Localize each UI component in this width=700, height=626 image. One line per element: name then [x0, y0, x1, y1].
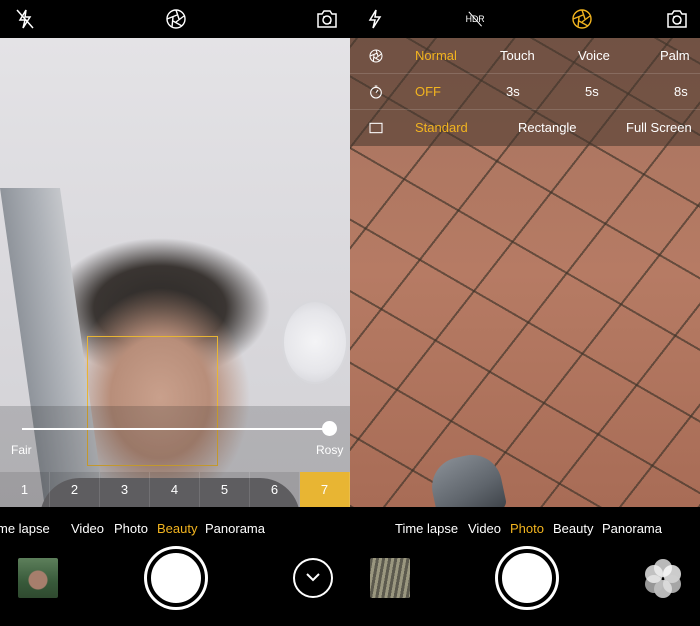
top-bar: HDR: [350, 0, 700, 38]
beauty-level-6[interactable]: 6: [250, 472, 300, 507]
beauty-level-1[interactable]: 1: [0, 472, 50, 507]
beauty-max-label: Rosy: [316, 443, 344, 457]
beauty-level-4[interactable]: 4: [150, 472, 200, 507]
beauty-slider-panel: Fair Rosy: [0, 406, 350, 472]
aperture-active-icon[interactable]: [570, 7, 594, 31]
mode-beauty[interactable]: Beauty: [157, 521, 197, 536]
beauty-level-2[interactable]: 2: [50, 472, 100, 507]
ratio-option-standard[interactable]: Standard: [415, 120, 468, 135]
capture-option-voice[interactable]: Voice: [578, 48, 610, 63]
mode-video[interactable]: Video: [71, 521, 104, 536]
mode-beauty[interactable]: Beauty: [553, 521, 593, 536]
timer-option-8s[interactable]: 8s: [674, 84, 688, 99]
aperture-icon[interactable]: [164, 7, 188, 31]
shutter-button[interactable]: [498, 549, 556, 607]
mode-time-lapse[interactable]: me lapse: [0, 521, 50, 536]
timer-row: OFF 3s 5s 8s: [350, 74, 700, 110]
filters-icon: [645, 559, 681, 598]
capture-controls: [0, 549, 350, 626]
gallery-thumbnail[interactable]: [18, 558, 58, 598]
timer-option-3s[interactable]: 3s: [506, 84, 520, 99]
aspect-ratio-row: Standard Rectangle Full Screen: [350, 110, 700, 146]
flash-off-icon[interactable]: [13, 7, 37, 31]
mode-panorama[interactable]: Panorama: [205, 521, 265, 536]
chevron-down-icon: [306, 573, 320, 582]
timer-option-off[interactable]: OFF: [415, 84, 441, 99]
capture-option-normal[interactable]: Normal: [415, 48, 457, 63]
beauty-level-selector: 1 2 3 4 5 6 7: [0, 472, 350, 507]
beauty-min-label: Fair: [11, 443, 32, 457]
capture-controls: [350, 549, 700, 626]
camera-switch-icon[interactable]: [315, 7, 339, 31]
hdr-off-icon[interactable]: HDR: [464, 7, 494, 31]
shutter-button[interactable]: [147, 549, 205, 607]
mode-photo[interactable]: Photo: [510, 521, 544, 536]
beauty-level-3[interactable]: 3: [100, 472, 150, 507]
timer-icon: [368, 84, 384, 100]
shoe: [426, 449, 508, 507]
ratio-option-full-screen[interactable]: Full Screen: [626, 120, 692, 135]
mode-panorama[interactable]: Panorama: [602, 521, 662, 536]
mode-photo[interactable]: Photo: [114, 521, 148, 536]
mode-bar: Time lapse Video Photo Beauty Panorama: [350, 507, 700, 551]
beauty-level-5[interactable]: 5: [200, 472, 250, 507]
expand-button[interactable]: [293, 558, 333, 598]
mode-bar: me lapse Video Photo Beauty Panorama: [0, 507, 350, 551]
capture-option-touch[interactable]: Touch: [500, 48, 535, 63]
settings-panel: Normal Touch Voice Palm OFF 3s 5s 8s Sta…: [350, 38, 700, 146]
mode-video[interactable]: Video: [468, 521, 501, 536]
aspect-ratio-icon: [368, 120, 384, 136]
beauty-slider-track[interactable]: [22, 428, 329, 430]
beauty-slider-thumb[interactable]: [321, 421, 337, 436]
capture-option-palm[interactable]: Palm: [660, 48, 690, 63]
gallery-thumbnail[interactable]: [370, 558, 410, 598]
camera-switch-icon[interactable]: [665, 7, 689, 31]
capture-method-row: Normal Touch Voice Palm: [350, 38, 700, 74]
top-bar: [0, 0, 350, 38]
timer-option-5s[interactable]: 5s: [585, 84, 599, 99]
left-camera-screen: Fair Rosy 1 2 3 4 5 6 7 me lapse Video P…: [0, 0, 350, 626]
ratio-option-rectangle[interactable]: Rectangle: [518, 120, 577, 135]
wall-fan: [282, 300, 348, 384]
flash-icon[interactable]: [363, 7, 387, 31]
aperture-icon: [368, 48, 384, 64]
filters-button[interactable]: [641, 556, 685, 600]
mode-time-lapse[interactable]: Time lapse: [395, 521, 458, 536]
right-camera-screen: HDR Normal Touch Voice Palm OFF: [350, 0, 700, 626]
beauty-level-7[interactable]: 7: [300, 472, 350, 507]
